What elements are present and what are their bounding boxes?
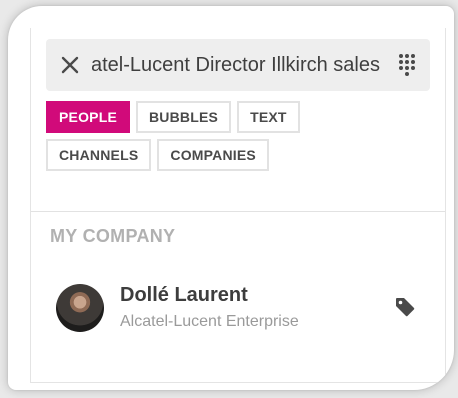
contact-list-item[interactable]: Dollé Laurent Alcatel-Lucent Enterprise	[31, 268, 445, 342]
contact-name: Dollé Laurent	[120, 284, 248, 306]
filter-row-2: CHANNELS COMPANIES	[46, 139, 436, 171]
avatar	[56, 284, 104, 332]
filter-chips: PEOPLE BUBBLES TEXT CHANNELS COMPANIES	[46, 101, 436, 177]
filter-chip-companies[interactable]: COMPANIES	[157, 139, 269, 171]
filter-chip-bubbles[interactable]: BUBBLES	[136, 101, 232, 133]
tag-icon[interactable]	[393, 295, 417, 319]
section-title: MY COMPANY	[50, 226, 176, 246]
search-bar	[46, 39, 430, 91]
search-panel: PEOPLE BUBBLES TEXT CHANNELS COMPANIES M…	[8, 6, 454, 390]
filter-row-1: PEOPLE BUBBLES TEXT	[46, 101, 436, 133]
contact-company: Alcatel-Lucent Enterprise	[120, 313, 299, 330]
filter-chip-people[interactable]: PEOPLE	[46, 101, 130, 133]
divider	[31, 211, 445, 212]
search-input[interactable]	[92, 39, 380, 91]
dialpad-icon[interactable]	[388, 39, 426, 91]
filter-chip-channels[interactable]: CHANNELS	[46, 139, 152, 171]
close-icon[interactable]	[50, 39, 90, 91]
filter-chip-text[interactable]: TEXT	[237, 101, 300, 133]
search-results-container: PEOPLE BUBBLES TEXT CHANNELS COMPANIES M…	[30, 28, 446, 383]
